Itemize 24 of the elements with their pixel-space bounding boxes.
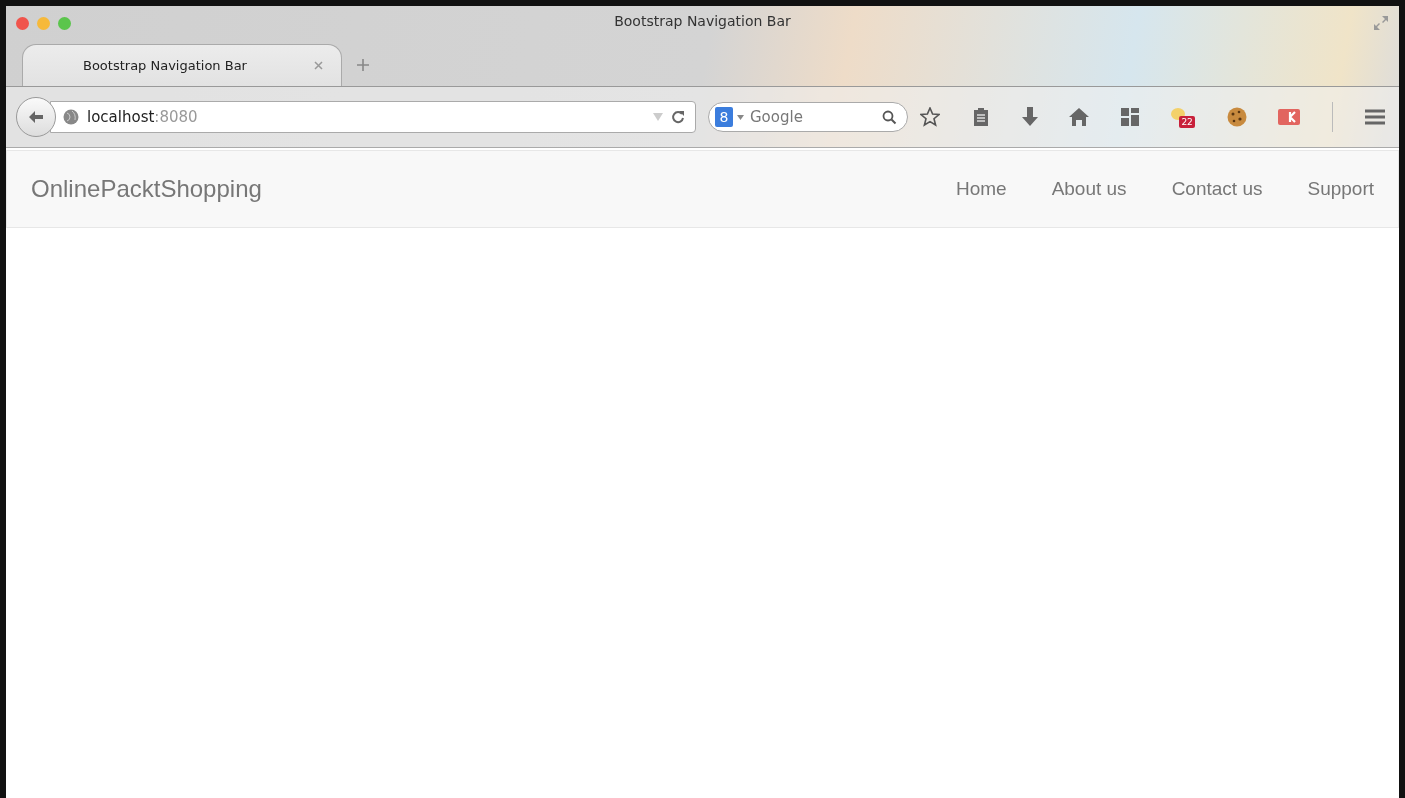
- dropdown-icon[interactable]: [737, 114, 744, 120]
- nav-link[interactable]: Home: [955, 178, 1007, 200]
- star-icon[interactable]: [920, 107, 940, 127]
- back-button[interactable]: [16, 97, 56, 137]
- browser-tab[interactable]: Bootstrap Navigation Bar: [22, 44, 342, 86]
- nav-link[interactable]: Contact us: [1171, 178, 1263, 200]
- grid-icon[interactable]: [1121, 108, 1140, 126]
- reload-icon[interactable]: [671, 110, 685, 124]
- menu-icon[interactable]: [1364, 109, 1385, 125]
- nav-link[interactable]: About us: [1051, 178, 1127, 200]
- search-icon[interactable]: [882, 109, 897, 125]
- download-icon[interactable]: [1021, 107, 1038, 127]
- search-engine-logo[interactable]: 8: [715, 107, 733, 127]
- globe-icon: [63, 109, 79, 125]
- cookie-icon[interactable]: [1226, 107, 1247, 127]
- nav-link[interactable]: Support: [1307, 178, 1374, 200]
- search-field[interactable]: 8 Google: [708, 102, 908, 132]
- address-field[interactable]: localhost:8080: [50, 101, 696, 133]
- clipboard-icon[interactable]: [971, 107, 990, 127]
- extension-icon[interactable]: [1278, 109, 1301, 125]
- brand-link[interactable]: OnlinePacktShopping: [31, 175, 262, 203]
- home-icon[interactable]: [1069, 108, 1090, 126]
- window-title: Bootstrap Navigation Bar: [613, 13, 792, 29]
- back-arrow-icon: [28, 110, 44, 124]
